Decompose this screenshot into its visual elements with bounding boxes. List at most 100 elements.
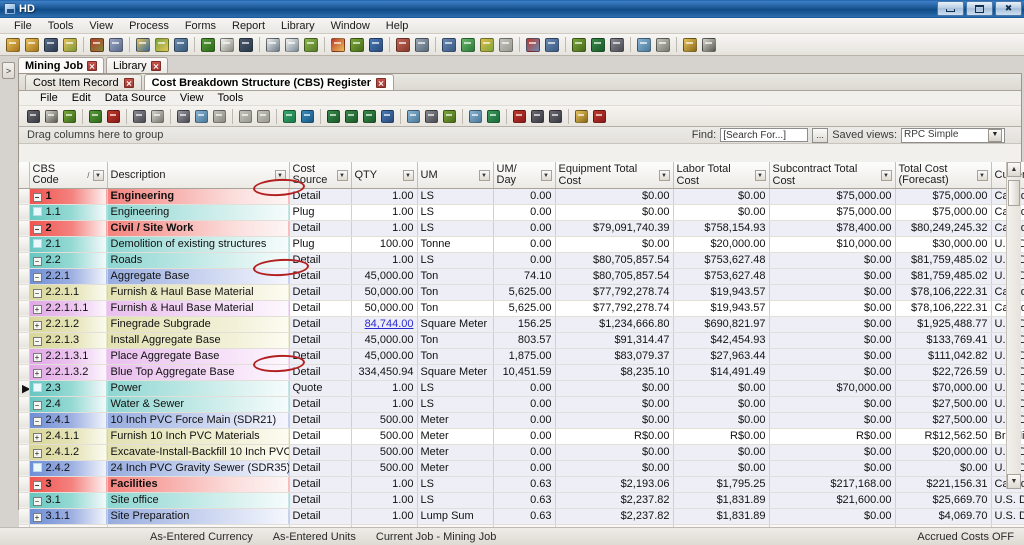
refresh-green-icon[interactable]	[199, 36, 217, 54]
cell-total[interactable]: $27,500.00	[895, 412, 991, 428]
cell-cbs[interactable]: −2.4	[29, 396, 107, 412]
row-marker[interactable]	[19, 204, 29, 220]
copy-pages-icon[interactable]	[107, 36, 125, 54]
cell-um[interactable]: Meter	[417, 412, 493, 428]
book-red-icon[interactable]	[591, 108, 608, 125]
saved-views-select[interactable]: RPC Simple ▼	[901, 128, 1005, 143]
table-row[interactable]: +2.2.1.3.2Blue Top Aggregate BaseDetail3…	[19, 364, 1024, 380]
filter-dropdown-icon[interactable]: ▼	[403, 170, 414, 181]
cell-desc[interactable]: Water & Sewer	[107, 396, 289, 412]
network-icon[interactable]	[131, 108, 148, 125]
cell-umday[interactable]: 0.00	[493, 380, 555, 396]
job-tab-library[interactable]: Library	[106, 57, 168, 73]
cell-total[interactable]: $111,042.82	[895, 348, 991, 364]
qty-link[interactable]: 84,744.00	[365, 318, 414, 330]
level-3-icon[interactable]	[361, 108, 378, 125]
cell-src[interactable]: Quote	[289, 380, 351, 396]
cell-src[interactable]: Detail	[289, 444, 351, 460]
binoculars-icon[interactable]	[237, 36, 255, 54]
filter-dropdown-icon[interactable]: ▼	[337, 170, 348, 181]
cell-cbs[interactable]: 2.4.2	[29, 460, 107, 476]
cell-um[interactable]: LS	[417, 188, 493, 204]
cell-equip[interactable]: $2,237.82	[555, 492, 673, 508]
cell-desc[interactable]: Civil / Site Work	[107, 220, 289, 236]
row-marker[interactable]	[19, 364, 29, 380]
cell-umday[interactable]: 156.25	[493, 316, 555, 332]
cell-total[interactable]: $27,500.00	[895, 396, 991, 412]
sidebar-expand-button[interactable]: >	[2, 62, 15, 79]
group-panel[interactable]: Drag columns here to group Find: [Search…	[19, 127, 1021, 144]
expander-plus-icon[interactable]: +	[33, 369, 42, 378]
row-marker[interactable]	[19, 428, 29, 444]
cell-labor[interactable]: $19,943.57	[673, 300, 769, 316]
cell-src[interactable]: Detail	[289, 220, 351, 236]
move-down-icon[interactable]	[299, 108, 316, 125]
filter-dropdown-icon[interactable]: ▼	[275, 170, 286, 181]
cell-qty[interactable]: 50,000.00	[351, 284, 417, 300]
cell-desc[interactable]: Aggregate Base	[107, 268, 289, 284]
table-row[interactable]: −2.4.110 Inch PVC Force Main (SDR21)Deta…	[19, 412, 1024, 428]
print-icon[interactable]	[25, 108, 42, 125]
cell-labor[interactable]: $1,831.89	[673, 508, 769, 524]
row-marker[interactable]	[19, 476, 29, 492]
cell-qty[interactable]: 1.00	[351, 492, 417, 508]
row-marker[interactable]	[19, 252, 29, 268]
add-frame-icon[interactable]	[635, 36, 653, 54]
cell-equip[interactable]: $1,234,666.80	[555, 316, 673, 332]
expander-minus-icon[interactable]: −	[33, 401, 42, 410]
delete-red-icon[interactable]	[105, 108, 122, 125]
cell-equip[interactable]: $91,314.47	[555, 332, 673, 348]
cell-total[interactable]: $80,249,245.32	[895, 220, 991, 236]
cut-icon[interactable]	[175, 108, 192, 125]
cell-labor[interactable]: $0.00	[673, 204, 769, 220]
expander-minus-icon[interactable]: −	[33, 337, 42, 346]
close-icon[interactable]	[376, 78, 386, 88]
menu-item-tools[interactable]: Tools	[40, 19, 82, 33]
cell-total[interactable]: $81,759,485.02	[895, 268, 991, 284]
cell-desc[interactable]: Roads	[107, 252, 289, 268]
cell-desc[interactable]: Engineering	[107, 188, 289, 204]
table-row[interactable]: −1EngineeringDetail1.00LS0.00$0.00$0.00$…	[19, 188, 1024, 204]
cell-equip[interactable]: $77,792,278.74	[555, 300, 673, 316]
cell-equip[interactable]: R$0.00	[555, 428, 673, 444]
table-row[interactable]: −2.4Water & SewerDetail1.00LS0.00$0.00$0…	[19, 396, 1024, 412]
filter-dropdown-icon[interactable]: ▼	[755, 170, 766, 181]
cell-qty[interactable]: 500.00	[351, 460, 417, 476]
cell-equip[interactable]: $2,237.82	[555, 508, 673, 524]
expander-minus-icon[interactable]: −	[33, 225, 42, 234]
maximize-button[interactable]	[966, 1, 993, 16]
cell-sub[interactable]: $0.00	[769, 444, 895, 460]
cell-src[interactable]: Detail	[289, 492, 351, 508]
cell-umday[interactable]: 0.00	[493, 444, 555, 460]
cell-desc[interactable]: Install Aggregate Base	[107, 332, 289, 348]
cell-src[interactable]: Detail	[289, 348, 351, 364]
doc-tab-cost-breakdown-structure-cbs-register[interactable]: Cost Breakdown Structure (CBS) Register	[144, 74, 394, 90]
cell-um[interactable]: Ton	[417, 332, 493, 348]
row-marker[interactable]	[19, 236, 29, 252]
table-row[interactable]: −2.2RoadsDetail1.00LS0.00$80,705,857.54$…	[19, 252, 1024, 268]
book-green-icon[interactable]	[570, 36, 588, 54]
cell-sub[interactable]: $0.00	[769, 284, 895, 300]
cell-cbs[interactable]: +3.1.1	[29, 508, 107, 524]
cell-labor[interactable]: $0.00	[673, 412, 769, 428]
shield-icon[interactable]	[302, 36, 320, 54]
cell-total[interactable]: $75,000.00	[895, 188, 991, 204]
cell-sub[interactable]: $0.00	[769, 268, 895, 284]
level-4-icon[interactable]	[379, 108, 396, 125]
cell-labor[interactable]: $19,943.57	[673, 284, 769, 300]
cell-sub[interactable]: $0.00	[769, 460, 895, 476]
cell-sub[interactable]: $0.00	[769, 252, 895, 268]
cell-sub[interactable]: $0.00	[769, 508, 895, 524]
cell-desc[interactable]: Furnish 10 Inch PVC Materials	[107, 428, 289, 444]
cell-umday[interactable]: 0.00	[493, 428, 555, 444]
column-header-equip[interactable]: Equipment Total Cost▼	[555, 162, 673, 188]
paste-icon[interactable]	[211, 108, 228, 125]
mountain-icon[interactable]	[88, 36, 106, 54]
row-marker[interactable]	[19, 444, 29, 460]
spreadsheet-icon[interactable]	[654, 36, 672, 54]
cell-src[interactable]: Detail	[289, 508, 351, 524]
import-icon[interactable]	[153, 36, 171, 54]
scroll-down-button[interactable]: ▼	[1007, 474, 1021, 489]
cell-equip[interactable]: $8,235.10	[555, 364, 673, 380]
cell-equip[interactable]: $0.00	[555, 236, 673, 252]
